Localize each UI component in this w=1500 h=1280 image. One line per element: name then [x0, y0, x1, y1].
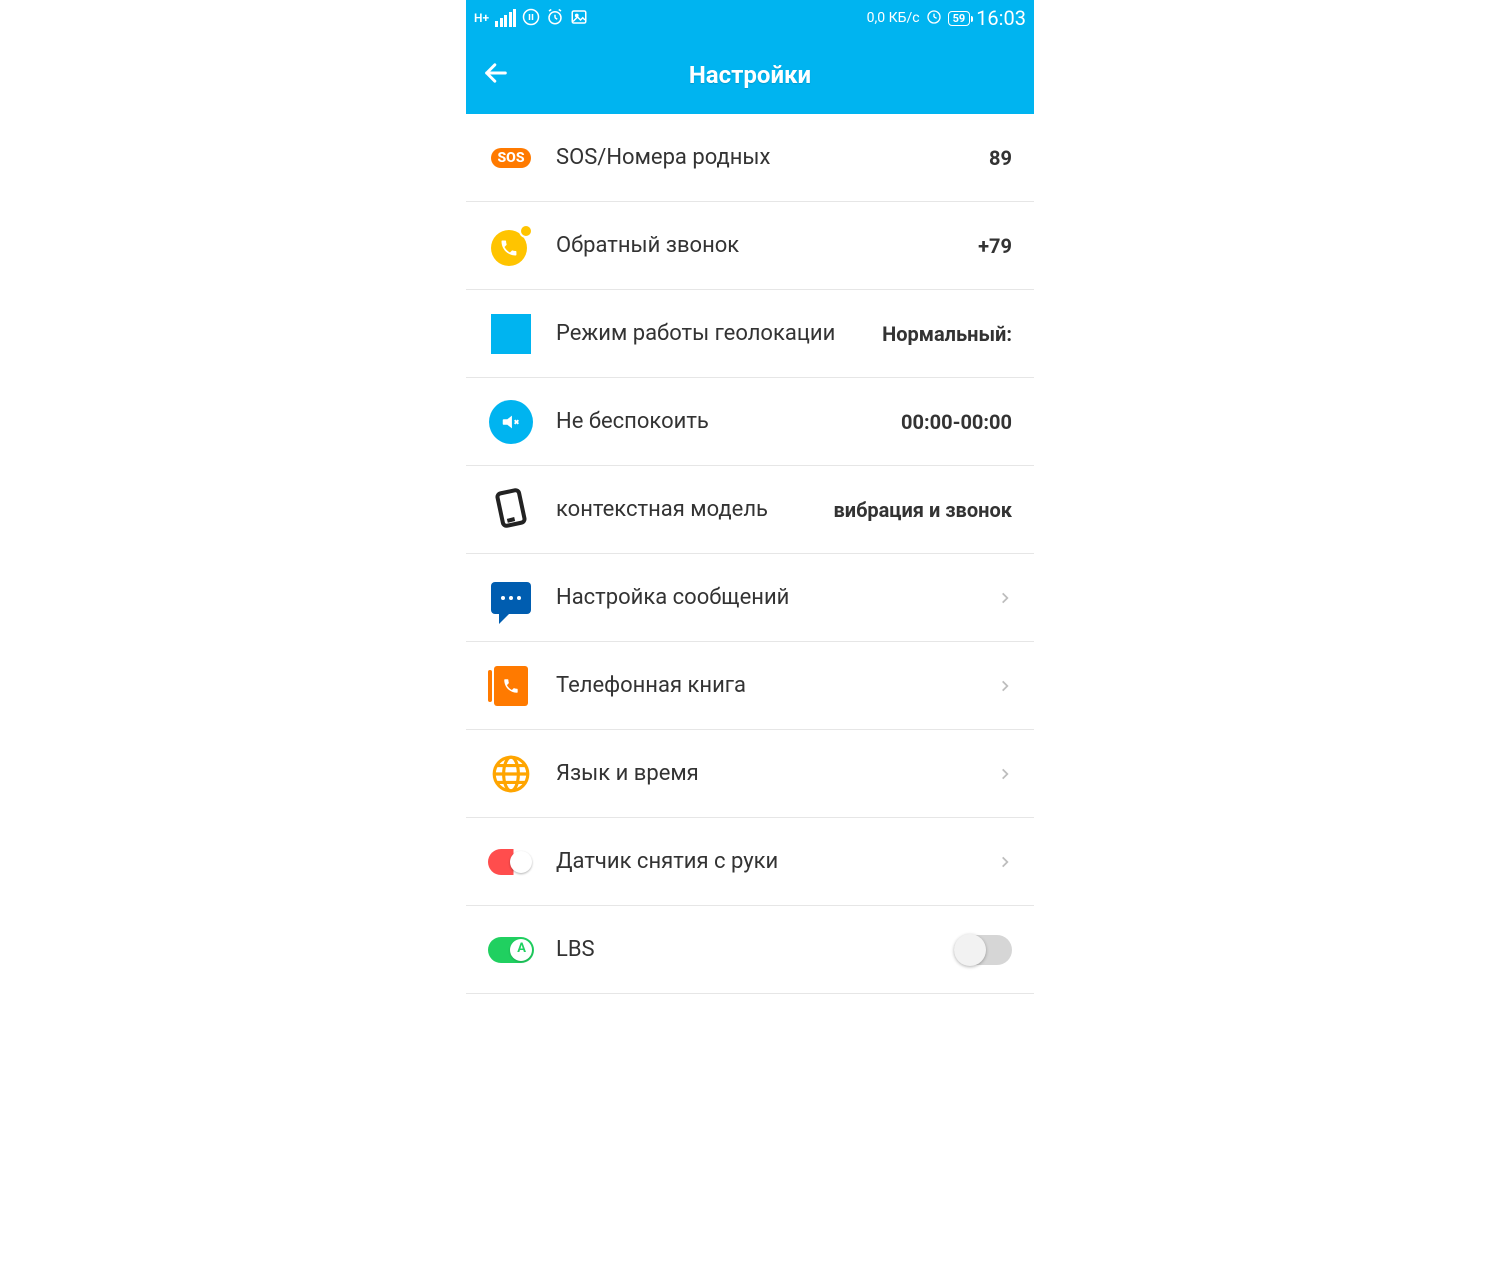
geolocation-icon	[488, 311, 534, 357]
row-value: +79	[978, 234, 1012, 258]
row-label: Телефонная книга	[556, 673, 986, 698]
row-lbs[interactable]: A LBS	[466, 906, 1034, 994]
status-right: 0,0 КБ/с 59 16:03	[867, 6, 1026, 30]
dnd-icon	[488, 399, 534, 445]
data-rate: 0,0 КБ/с	[867, 10, 920, 26]
status-left: H+	[474, 8, 588, 29]
battery-icon: 59	[948, 11, 971, 26]
row-message-settings[interactable]: Настройка сообщений	[466, 554, 1034, 642]
row-value: Нормальный:	[882, 322, 1012, 346]
toggle-green-icon: A	[488, 927, 534, 973]
status-time: 16:03	[976, 6, 1026, 30]
back-button[interactable]	[482, 59, 510, 91]
status-bar: H+ 0,0 КБ/с 59 16:03	[466, 0, 1034, 36]
alarm-icon	[546, 8, 564, 29]
pause-icon	[522, 8, 540, 29]
row-label: LBS	[556, 937, 954, 962]
network-type: H+	[474, 11, 489, 25]
row-value: вибрация и звонок	[833, 498, 1012, 522]
row-label: Обратный звонок	[556, 233, 978, 258]
chevron-right-icon	[998, 763, 1012, 785]
row-takeoff-sensor[interactable]: Датчик снятия с руки	[466, 818, 1034, 906]
chevron-right-icon	[998, 675, 1012, 697]
row-label: Режим работы геолокации	[556, 321, 882, 346]
image-icon	[570, 8, 588, 29]
chevron-right-icon	[998, 587, 1012, 609]
row-label: SOS/Номера родных	[556, 145, 989, 170]
lbs-toggle[interactable]	[954, 935, 1012, 965]
phone-frame: H+ 0,0 КБ/с 59 16:03	[466, 0, 1034, 1280]
row-label: Не беспокоить	[556, 409, 901, 434]
toggle-red-icon	[488, 839, 534, 885]
row-label: Язык и время	[556, 761, 986, 786]
phonebook-icon	[488, 663, 534, 709]
row-value: 00:00-00:00	[901, 410, 1012, 434]
callback-icon	[488, 223, 534, 269]
row-callback[interactable]: Обратный звонок +79	[466, 202, 1034, 290]
page-title: Настройки	[689, 61, 811, 89]
row-label: Настройка сообщений	[556, 585, 986, 610]
row-sos[interactable]: SOS SOS/Номера родных 89	[466, 114, 1034, 202]
row-phonebook[interactable]: Телефонная книга	[466, 642, 1034, 730]
row-language-time[interactable]: Язык и время	[466, 730, 1034, 818]
row-context-model[interactable]: контекстная модель вибрация и звонок	[466, 466, 1034, 554]
row-value: 89	[989, 146, 1012, 170]
row-do-not-disturb[interactable]: Не беспокоить 00:00-00:00	[466, 378, 1034, 466]
chevron-right-icon	[998, 851, 1012, 873]
message-icon	[488, 575, 534, 621]
signal-icon	[495, 9, 516, 27]
sos-icon: SOS	[488, 135, 534, 181]
settings-list: SOS SOS/Номера родных 89 Обратный звонок…	[466, 114, 1034, 1280]
globe-icon	[488, 751, 534, 797]
row-geolocation-mode[interactable]: Режим работы геолокации Нормальный:	[466, 290, 1034, 378]
phone-vibrate-icon	[488, 487, 534, 533]
app-header: Настройки	[466, 36, 1034, 114]
row-label: Датчик снятия с руки	[556, 849, 986, 874]
row-label: контекстная модель	[556, 497, 833, 522]
clock-small-icon	[926, 9, 942, 28]
